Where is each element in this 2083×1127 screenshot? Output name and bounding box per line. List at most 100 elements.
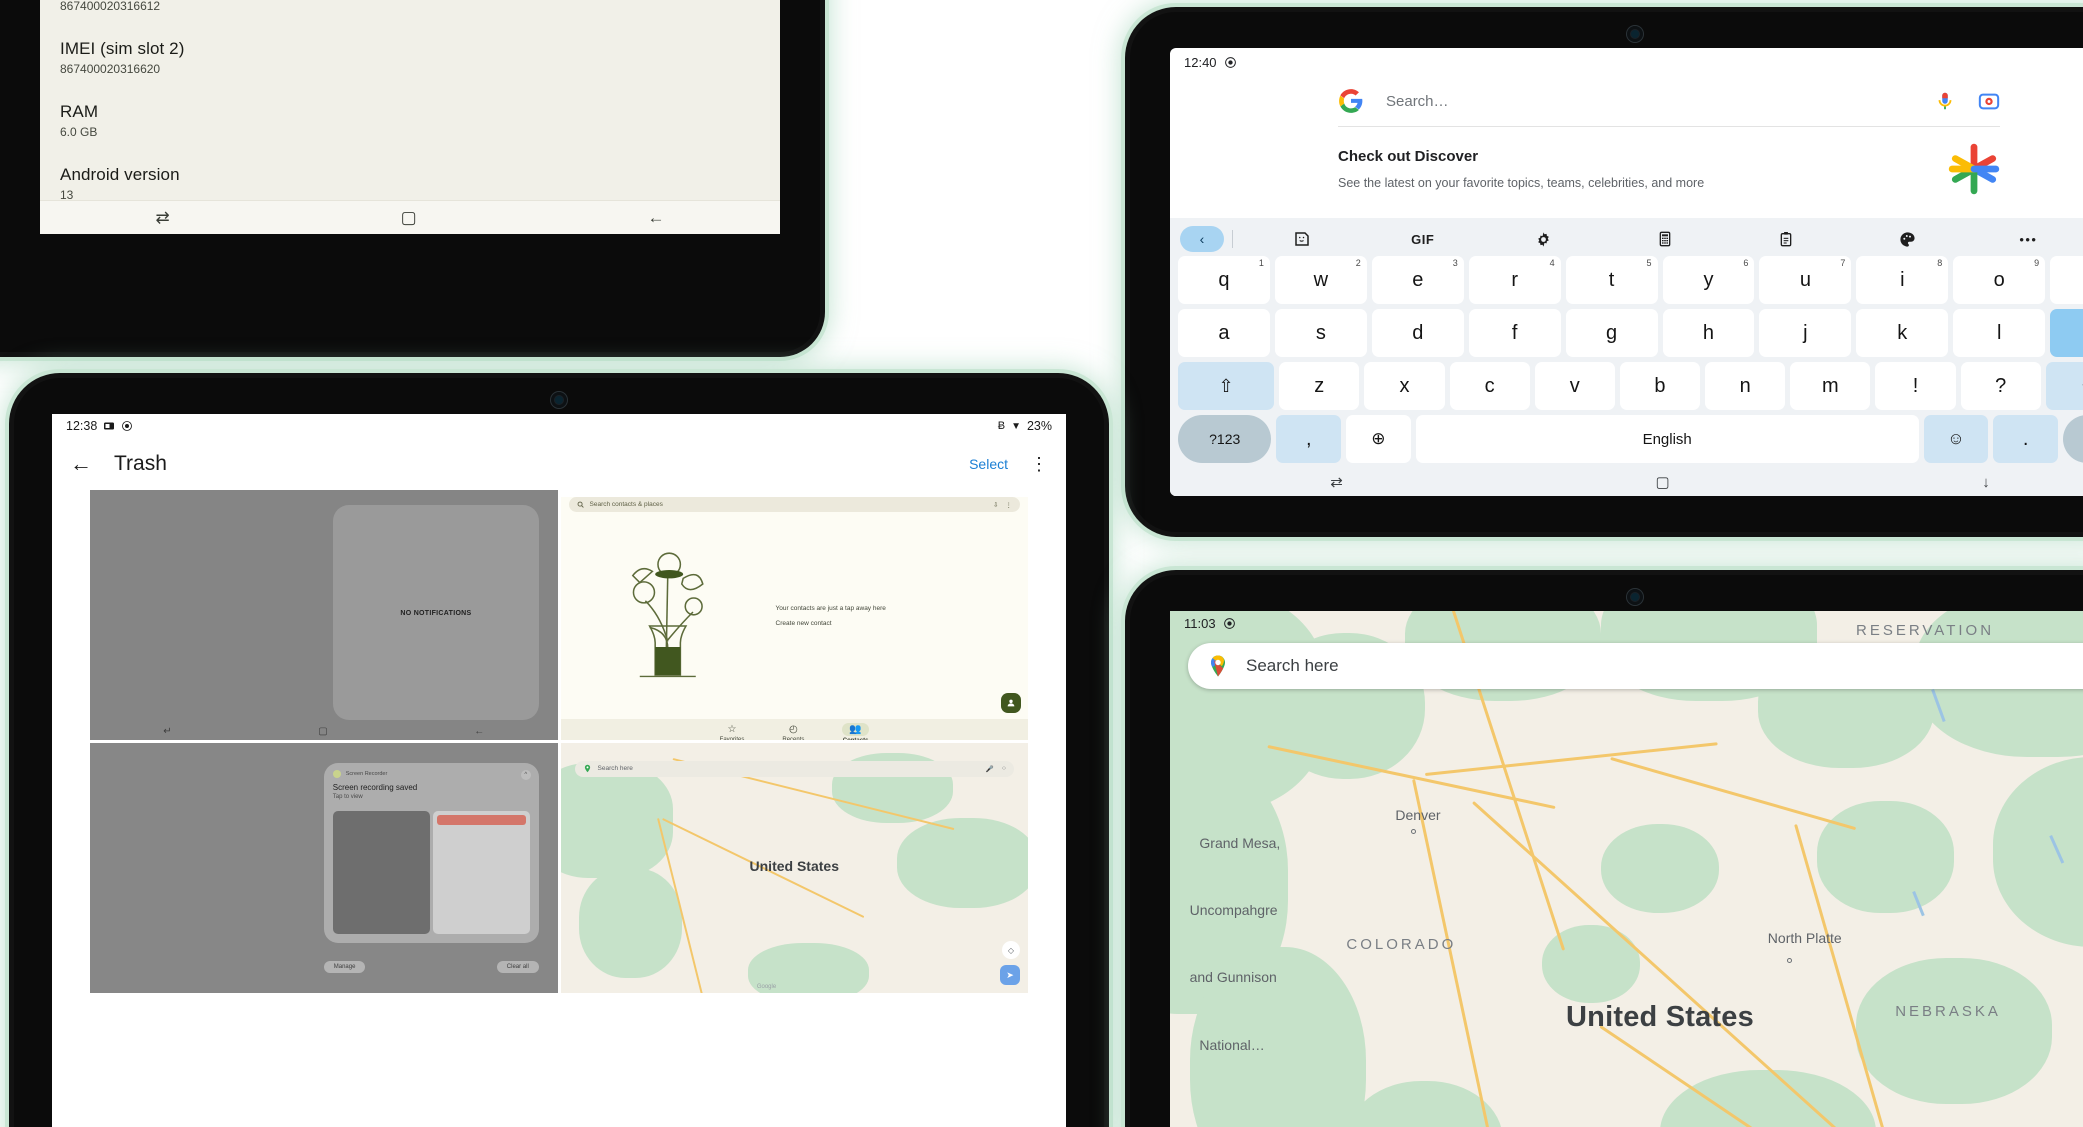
key-label: i — [1900, 268, 1905, 291]
language-globe-key[interactable]: ⊕ — [1346, 415, 1411, 463]
keypad-icon[interactable] — [1604, 224, 1725, 254]
lens-icon[interactable] — [1978, 90, 2000, 112]
mic-icon[interactable] — [1934, 90, 1956, 112]
device-maps-tablet: 11:03 Ƀ ◎ ▼ Search here — [1130, 575, 2083, 1127]
key-h[interactable]: h — [1662, 309, 1755, 357]
key-?[interactable]: ? — [1960, 362, 2041, 410]
key-number: 2 — [1355, 258, 1361, 268]
camera-dot-icon — [122, 421, 133, 431]
tab-favorites: ☆ Favorites — [719, 723, 745, 741]
search-key[interactable]: 🔍 — [2050, 309, 2083, 357]
emoji-key[interactable]: ☺ — [1923, 415, 1989, 463]
trash-item-recents[interactable]: NO NOTIFICATIONS ↵ ▢ ← — [90, 490, 558, 740]
trash-item-contacts[interactable]: Search contacts & places ⇩ ⋮ Your contac… — [560, 490, 1028, 741]
more-options-icon[interactable]: ••• — [1968, 224, 2083, 254]
empty-message: Your contacts are just a tap away here — [775, 605, 886, 612]
key-q[interactable]: q1 — [1178, 256, 1270, 304]
theme-palette-icon[interactable] — [1847, 224, 1968, 254]
key-c[interactable]: c — [1449, 362, 1530, 410]
key-x[interactable]: x — [1364, 362, 1445, 410]
key-label: u — [1799, 268, 1811, 291]
overflow-menu-icon[interactable]: ⋮ — [1030, 454, 1048, 475]
recents-icon[interactable]: ⇄ — [1330, 473, 1343, 491]
key-p[interactable]: p0 — [2050, 256, 2083, 304]
key-n[interactable]: n — [1705, 362, 1786, 410]
clipboard-icon[interactable] — [1726, 224, 1847, 254]
key-number: 8 — [1937, 258, 1943, 268]
discover-card[interactable]: Check out Discover See the latest on you… — [1170, 127, 2083, 211]
key-i[interactable]: i8 — [1856, 256, 1949, 304]
home-icon[interactable]: ▢ — [401, 209, 417, 226]
comma-key[interactable]: , — [1276, 415, 1342, 463]
discover-spark-icon — [1948, 143, 2000, 195]
key-number: 5 — [1646, 258, 1652, 268]
key-label: q — [1218, 268, 1230, 291]
settings-gear-icon[interactable] — [1483, 224, 1604, 254]
hide-keyboard-icon[interactable]: ↓ — [1982, 474, 1990, 491]
key-e[interactable]: e3 — [1371, 256, 1464, 304]
key-w[interactable]: w2 — [1274, 256, 1367, 304]
settings-label: Android version — [60, 165, 180, 184]
keyboard-row-2: a s d f g h j k l 🔍 — [1174, 309, 2083, 362]
trash-item-maps[interactable]: Search here 🎤 ○ United States ◇ ➤ Google — [560, 743, 1028, 993]
map-search-bar[interactable]: Search here — [1188, 643, 2083, 689]
key-d[interactable]: d — [1371, 309, 1464, 357]
key-g[interactable]: g — [1565, 309, 1658, 357]
page-title: Trash — [114, 452, 167, 475]
key-f[interactable]: f — [1468, 309, 1561, 357]
status-bar: 11:03 Ƀ ◎ ▼ — [1170, 611, 2083, 635]
key-a[interactable]: a — [1178, 309, 1270, 357]
search-placeholder[interactable]: Search here — [1246, 656, 2078, 676]
notification-card: Screen Recorder ^ Screen recording saved… — [323, 763, 539, 943]
no-notifications-label: NO NOTIFICATIONS — [400, 610, 472, 617]
key-t[interactable]: t5 — [1565, 256, 1658, 304]
recents-icon: ↵ — [163, 725, 172, 737]
key-y[interactable]: y6 — [1662, 256, 1755, 304]
screen-recording-notification-thumb: Screen Recorder ^ Screen recording saved… — [90, 743, 558, 993]
key-b[interactable]: b — [1619, 362, 1701, 410]
key-m[interactable]: m — [1790, 362, 1871, 410]
key-l[interactable]: l — [1953, 309, 2046, 357]
key-label: g — [1606, 321, 1618, 344]
key-label: ? — [1995, 374, 2007, 397]
trash-thumbnail-grid: NO NOTIFICATIONS ↵ ▢ ← Search contacts & — [52, 490, 1066, 993]
settings-row-ram[interactable]: RAM 6.0 GB — [60, 76, 780, 139]
front-camera-icon — [1627, 26, 1643, 42]
settings-row-imei1[interactable]: IMEI (sim slot 1) 867400020316612 — [60, 0, 780, 13]
key-j[interactable]: j — [1759, 309, 1852, 357]
key-u[interactable]: u7 — [1759, 256, 1852, 304]
symbols-key[interactable]: ?123 — [1178, 415, 1272, 463]
sticker-icon[interactable] — [1241, 224, 1362, 254]
trash-item-screen-recording[interactable]: Screen Recorder ^ Screen recording saved… — [90, 743, 558, 993]
keyboard-row-4: ?123, ⊕ English ☺. ↵ — [1174, 415, 2083, 468]
key-k[interactable]: k — [1856, 309, 1949, 357]
key-v[interactable]: v — [1534, 362, 1615, 410]
period-key[interactable]: . — [1993, 415, 2058, 463]
space-key[interactable]: English — [1415, 415, 1919, 463]
gif-icon[interactable]: GIF — [1362, 224, 1483, 254]
back-icon[interactable]: ← — [648, 209, 665, 226]
contacts-search-bar: Search contacts & places ⇩ ⋮ — [568, 497, 1020, 512]
key-label: ⊕ — [1371, 429, 1386, 448]
select-button[interactable]: Select — [969, 456, 1008, 472]
enter-key[interactable]: ↵ — [2062, 415, 2083, 463]
key-r[interactable]: r4 — [1468, 256, 1561, 304]
key-label: r — [1511, 268, 1518, 291]
backspace-key[interactable]: ⌫ — [2045, 362, 2083, 410]
key-![interactable]: ! — [1875, 362, 1956, 410]
home-icon[interactable]: ▢ — [1655, 473, 1669, 491]
create-contact-fab — [1001, 693, 1021, 713]
back-button[interactable]: ← — [70, 451, 92, 477]
recents-icon[interactable]: ⇄ — [155, 209, 169, 226]
key-z[interactable]: z — [1279, 362, 1360, 410]
settings-row-imei2[interactable]: IMEI (sim slot 2) 867400020316620 — [60, 13, 780, 76]
key-o[interactable]: o9 — [1953, 256, 2046, 304]
shift-key[interactable]: ⇧ — [1178, 362, 1275, 410]
search-placeholder: Search here — [597, 765, 633, 772]
google-search-bar[interactable]: Search… — [1170, 76, 2083, 126]
keyboard-back-button[interactable]: ‹ — [1180, 226, 1224, 252]
search-placeholder[interactable]: Search… — [1386, 93, 1912, 110]
map-search-bar: Search here 🎤 ○ — [574, 760, 1014, 777]
key-s[interactable]: s — [1274, 309, 1367, 357]
settings-row-android-version[interactable]: Android version 13 — [60, 139, 780, 202]
